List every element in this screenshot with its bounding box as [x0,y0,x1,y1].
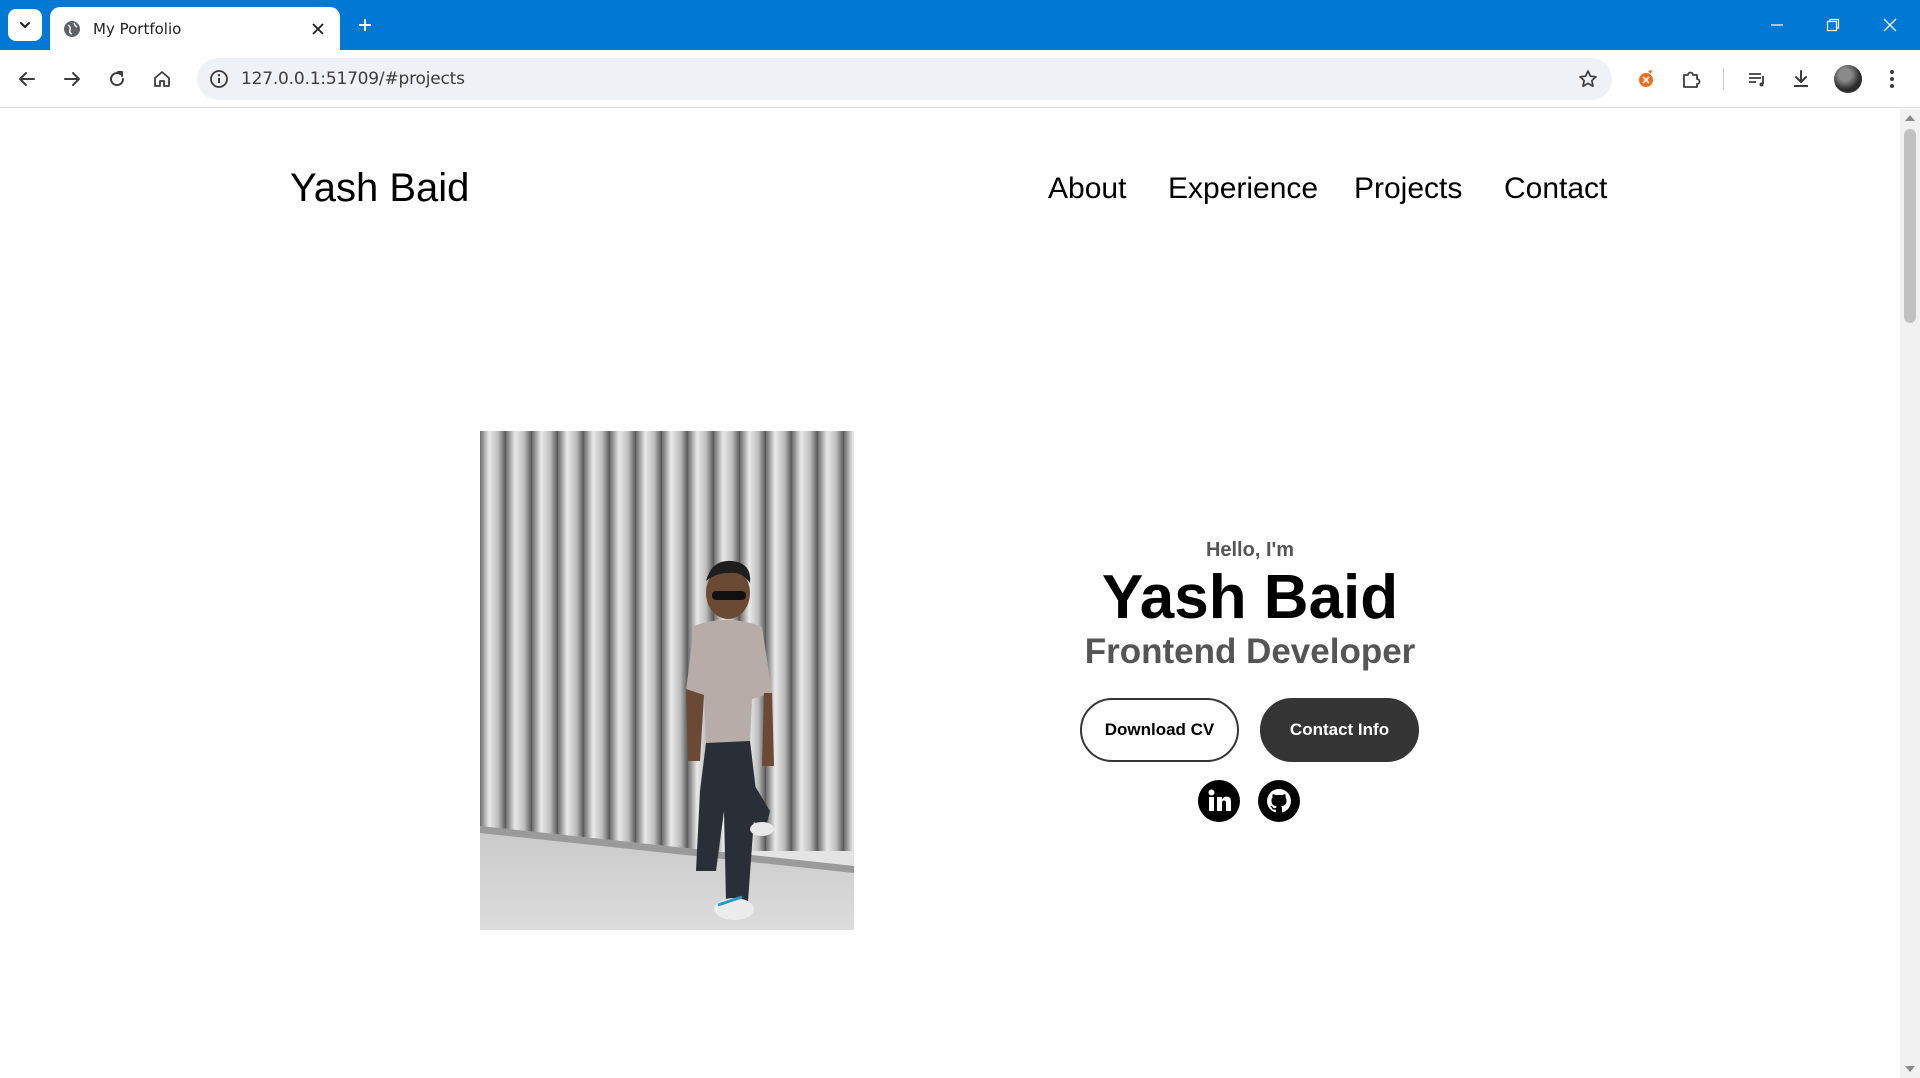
extension-logo-icon [1639,70,1653,87]
new-tab-button[interactable] [352,12,378,38]
scroll-up-arrow[interactable] [1905,115,1915,121]
arrow-right-icon [64,72,80,86]
hero-text: Hello, I'm Yash Baid Frontend Developer [1040,539,1460,672]
minimize-icon [1771,24,1783,26]
nav-link-about[interactable]: About [1048,172,1126,206]
reload-icon [110,71,125,87]
home-button[interactable] [145,62,179,96]
site-info-button[interactable] [207,67,231,91]
info-icon [210,70,228,88]
close-icon [1883,18,1897,32]
chevron-down-icon [20,22,30,28]
tab-title: My Portfolio [93,19,182,38]
arrow-left-icon [19,72,35,86]
tab-close-button[interactable] [308,19,328,39]
plus-icon [359,19,371,31]
globe-icon [64,20,80,37]
star-icon [1579,70,1597,88]
profile-picture [480,431,854,930]
restore-button[interactable] [1818,10,1848,40]
reload-button[interactable] [100,62,134,96]
downloads-button[interactable] [1784,62,1818,96]
greeting-text: Hello, I'm [1205,539,1295,561]
scroll-thumb[interactable] [1904,129,1916,323]
profile-avatar[interactable] [1834,65,1862,93]
hero-name: Yash Baid [1101,563,1399,632]
active-tab[interactable]: My Portfolio [50,7,340,50]
contact-info-button[interactable]: Contact Info [1260,698,1419,762]
back-button[interactable] [10,62,44,96]
more-vertical-icon [1890,70,1894,88]
browser-toolbar: 127.0.0.1:51709/#projects [0,50,1920,108]
toolbar-divider [1723,68,1724,90]
nav-link-contact[interactable]: Contact [1504,172,1607,206]
bookmark-button[interactable] [1576,67,1600,91]
url-text[interactable]: 127.0.0.1:51709/#projects [241,69,465,89]
github-icon[interactable] [1258,780,1300,822]
home-icon [154,71,170,87]
linkedin-icon[interactable] [1198,780,1240,822]
minimize-button[interactable] [1762,10,1792,40]
tab-search-button[interactable] [8,9,42,41]
puzzle-icon [1683,71,1701,88]
media-control-button[interactable] [1740,62,1774,96]
browser-menu-button[interactable] [1875,62,1909,96]
address-bar[interactable]: 127.0.0.1:51709/#projects [197,58,1612,100]
close-icon [312,23,324,35]
browser-tab-strip: My Portfolio [0,0,1920,50]
media-queue-icon [1749,73,1764,87]
restore-icon [1826,18,1840,32]
download-cv-button[interactable]: Download CV [1080,698,1239,762]
page-viewport: Yash Baid About Experience Projects Cont… [0,109,1900,1078]
download-icon [1794,70,1808,87]
site-logo[interactable]: Yash Baid [290,166,469,211]
nav-link-experience[interactable]: Experience [1168,172,1318,206]
extensions-menu-button[interactable] [1674,62,1708,96]
scroll-down-arrow[interactable] [1905,1066,1915,1072]
forward-button[interactable] [55,62,89,96]
extension-button[interactable] [1629,62,1663,96]
hero-role: Frontend Developer [1084,632,1416,672]
nav-link-projects[interactable]: Projects [1354,172,1462,206]
close-window-button[interactable] [1875,10,1905,40]
page-scrollbar[interactable] [1900,109,1920,1078]
